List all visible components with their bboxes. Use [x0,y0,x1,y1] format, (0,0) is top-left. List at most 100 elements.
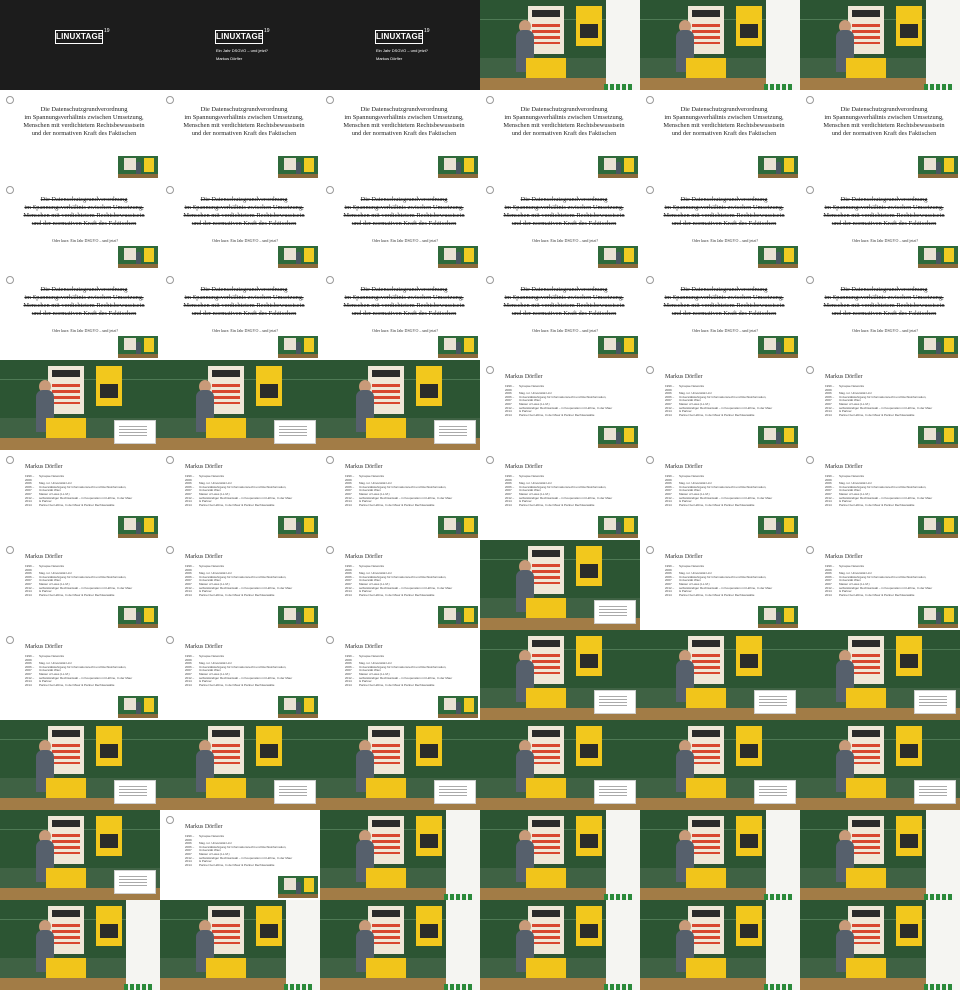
frame-thumbnail[interactable] [0,360,160,450]
talk-title: Ein Jahr DSGVO – und jetzt? [376,48,429,53]
frame-thumbnail[interactable]: Markus Dörfler 1999 – 2009 Synapse Network… [160,540,320,630]
cv-entry: 2014 Partner bei Höhne, In der Maur & Par… [665,593,775,598]
university-seal-icon [6,186,14,194]
frame-thumbnail[interactable]: Markus Dörfler 1999 – 2009 Synapse Network… [320,630,480,720]
frame-thumbnail[interactable] [640,720,800,810]
frame-thumbnail[interactable]: Markus Dörfler 1999 – 2009 Synapse Network… [320,540,480,630]
frame-thumbnail[interactable]: Die Datenschutzgrundverordnung im Spannun… [640,180,800,270]
frame-thumbnail[interactable] [320,360,480,450]
frame-thumbnail[interactable]: Markus Dörfler 1999 – 2009 Synapse Network… [800,450,960,540]
frame-thumbnail[interactable] [480,720,640,810]
pip-floor [118,264,158,268]
pip-floor [598,444,638,448]
frame-thumbnail[interactable]: Die Datenschutzgrundverordnung im Spannun… [160,90,320,180]
frame-thumbnail[interactable] [800,630,960,720]
slide-inset [434,780,476,804]
frame-thumbnail[interactable]: Markus Dörfler 1999 – 2009 Synapse Network… [480,450,640,540]
frame-thumbnail[interactable] [800,0,960,90]
frame-thumbnail[interactable]: Die Datenschutzgrundverordnung im Spannun… [160,270,320,360]
frame-thumbnail[interactable]: LINUXTAGE 19 [0,0,160,90]
cv-list: 1999 – 2009 Synapse Networks 2006 Mag. iur.… [825,474,935,507]
frame-thumbnail[interactable] [800,810,960,900]
slide-title-line: Menschen mit verdichtetem Rechtsbewussts… [23,212,145,219]
frame-thumbnail[interactable]: Die Datenschutzgrundverordnung im Spannun… [0,180,160,270]
speaker-pip-inset [278,336,318,358]
frame-thumbnail[interactable] [320,900,480,990]
frame-thumbnail[interactable] [800,900,960,990]
frame-thumbnail[interactable] [480,630,640,720]
frame-thumbnail[interactable] [640,900,800,990]
frame-thumbnail[interactable]: Die Datenschutzgrundverordnung im Spannun… [0,90,160,180]
frame-thumbnail[interactable] [320,810,480,900]
frame-thumbnail[interactable] [0,900,160,990]
frame-thumbnail[interactable] [800,720,960,810]
frame-thumbnail[interactable]: Die Datenschutzgrundverordnung im Spannun… [320,270,480,360]
slide-inset [754,690,796,714]
slide-title-line: Menschen mit verdichtetem Rechtsbewussts… [503,122,625,129]
pip-banner [124,608,136,620]
pip-poster [944,428,954,442]
frame-thumbnail[interactable]: Markus Dörfler 1999 – 2009 Synapse Network… [320,450,480,540]
pip-banner [284,878,296,890]
frame-thumbnail[interactable]: Die Datenschutzgrundverordnung im Spannun… [640,270,800,360]
frame-thumbnail[interactable] [160,360,320,450]
pip-poster [944,158,954,172]
pip-floor [438,174,478,178]
frame-thumbnail[interactable]: Markus Dörfler 1999 – 2009 Synapse Network… [800,360,960,450]
frame-thumbnail[interactable] [320,720,480,810]
frame-thumbnail[interactable] [480,900,640,990]
frame-thumbnail[interactable] [160,720,320,810]
frame-thumbnail[interactable] [0,720,160,810]
frame-thumbnail[interactable]: LINUXTAGE 19 Ein Jahr DSGVO – und jetzt? Ma… [160,0,320,90]
frame-thumbnail[interactable]: Die Datenschutzgrundverordnung im Spannun… [800,180,960,270]
slide-title-line: Menschen mit verdichtetem Rechtsbewussts… [823,212,945,219]
frame-thumbnail[interactable]: Markus Dörfler 1999 – 2009 Synapse Network… [160,630,320,720]
audience-row [764,984,794,990]
frame-thumbnail[interactable]: Die Datenschutzgrundverordnung im Spannun… [320,90,480,180]
frame-thumbnail[interactable]: Markus Dörfler 1999 – 2009 Synapse Network… [0,630,160,720]
frame-thumbnail[interactable]: LINUXTAGE 19 Ein Jahr DSGVO – und jetzt? Ma… [320,0,480,90]
frame-thumbnail[interactable]: Markus Dörfler 1999 – 2009 Synapse Network… [160,810,320,900]
frame-thumbnail[interactable]: Die Datenschutzgrundverordnung im Spannun… [480,270,640,360]
frame-thumbnail[interactable] [640,630,800,720]
university-seal-icon [646,186,654,194]
frame-thumbnail[interactable]: Die Datenschutzgrundverordnung im Spannun… [800,90,960,180]
frame-thumbnail[interactable]: Markus Dörfler 1999 – 2009 Synapse Network… [640,450,800,540]
pip-poster [784,248,794,262]
pip-floor [758,444,798,448]
frame-thumbnail[interactable] [0,810,160,900]
frame-thumbnail[interactable] [480,810,640,900]
frame-thumbnail[interactable]: Markus Dörfler 1999 – 2009 Synapse Network… [480,360,640,450]
pip-poster [944,518,954,532]
pip-banner [604,518,616,530]
cv-name: Markus Dörfler [665,374,703,380]
frame-thumbnail[interactable]: Markus Dörfler 1999 – 2009 Synapse Network… [160,450,320,540]
frame-thumbnail[interactable]: Die Datenschutzgrundverordnung im Spannun… [480,90,640,180]
frame-thumbnail[interactable] [640,0,800,90]
frame-thumbnail[interactable]: Die Datenschutzgrundverordnung im Spannun… [800,270,960,360]
cv-text: Partner bei Höhne, In der Maur & Partner… [679,502,755,507]
frame-thumbnail[interactable]: Markus Dörfler 1999 – 2009 Synapse Network… [640,360,800,450]
frame-thumbnail[interactable] [160,900,320,990]
yellow-poster [416,906,442,946]
frame-thumbnail[interactable]: Markus Dörfler 1999 – 2009 Synapse Network… [0,540,160,630]
cv-list: 1999 – 2009 Synapse Networks 2006 Mag. iur.… [185,834,295,867]
slide-title: Die Datenschutzgrundverordnung im Spannun… [334,196,474,228]
frame-thumbnail[interactable]: Die Datenschutzgrundverordnung im Spannun… [640,90,800,180]
frame-thumbnail[interactable]: Markus Dörfler 1999 – 2009 Synapse Network… [640,540,800,630]
frame-thumbnail[interactable] [640,810,800,900]
cv-list: 1999 – 2009 Synapse Networks 2006 Mag. iur.… [25,564,135,597]
frame-thumbnail[interactable]: Die Datenschutzgrundverordnung im Spannun… [320,180,480,270]
slide-title-line: Menschen mit verdichtetem Rechtsbewussts… [183,122,305,129]
frame-thumbnail[interactable]: Markus Dörfler 1999 – 2009 Synapse Network… [0,450,160,540]
frame-thumbnail[interactable]: Die Datenschutzgrundverordnung im Spannun… [0,270,160,360]
pip-poster [304,518,314,532]
frame-thumbnail[interactable]: Markus Dörfler 1999 – 2009 Synapse Network… [800,540,960,630]
slide-title-line: Die Datenschutzgrundverordnung [520,196,608,203]
frame-thumbnail[interactable] [480,540,640,630]
frame-thumbnail[interactable]: Die Datenschutzgrundverordnung im Spannun… [480,180,640,270]
yellow-poster [256,366,282,406]
frame-thumbnail[interactable]: Die Datenschutzgrundverordnung im Spannun… [160,180,320,270]
slide-title-line: Die Datenschutzgrundverordnung [840,196,928,203]
frame-thumbnail[interactable] [480,0,640,90]
